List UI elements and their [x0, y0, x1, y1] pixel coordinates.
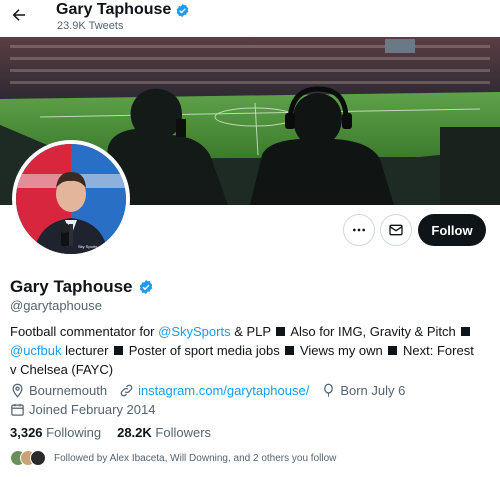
profile-joined: Joined February 2014	[10, 402, 167, 417]
black-square-emoji	[285, 346, 295, 355]
calendar-icon	[11, 403, 24, 416]
following-link[interactable]: 3,326 Following	[10, 425, 101, 440]
arrow-left-icon	[12, 9, 25, 21]
joined-text: Joined February 2014	[29, 402, 156, 417]
svg-text:Sky Sports: Sky Sports	[78, 244, 97, 249]
header-name: Gary Taphouse	[56, 1, 172, 18]
location: Bournemouth	[10, 383, 107, 398]
location-text: Bournemouth	[29, 383, 108, 398]
profile-name: Gary Taphouse	[10, 277, 154, 297]
location-pin-icon	[12, 383, 23, 398]
profile-header: Gary Taphouse 23.9K Tweets	[0, 0, 500, 37]
website: instagram.com/garytaphouse/	[119, 383, 309, 398]
black-square-emoji	[388, 346, 398, 355]
followed-by-text: Followed by Alex Ibaceta, Will Downing, …	[54, 452, 337, 464]
more-button[interactable]	[343, 214, 375, 246]
followers-count: 28.2K	[117, 425, 152, 440]
followed-by[interactable]: Followed by Alex Ibaceta, Will Downing, …	[10, 450, 336, 466]
mail-icon	[389, 224, 403, 236]
bio-text: & PLP	[230, 324, 275, 339]
tweet-count: 23.9K Tweets	[57, 20, 124, 32]
avatar[interactable]: Sky Sports	[12, 140, 130, 258]
balloon-icon	[324, 383, 334, 397]
birthday-text: Born July 6	[340, 383, 406, 398]
mention-skysports[interactable]: @SkySports	[158, 324, 230, 339]
verified-badge-icon[interactable]	[138, 279, 154, 295]
bio-text: Football commentator for	[10, 324, 159, 339]
followers-label: Followers	[155, 425, 212, 440]
black-square-emoji	[276, 327, 286, 336]
profile-meta: Bournemouth instagram.com/garytaphouse/ …	[10, 383, 417, 398]
link-icon	[120, 384, 133, 397]
bio-text: lecturer	[61, 343, 113, 358]
follow-stats: 3,326 Following 28.2K Followers	[10, 425, 211, 440]
following-count: 3,326	[10, 425, 43, 440]
follow-button[interactable]: Follow	[418, 214, 486, 246]
black-square-emoji	[114, 346, 124, 355]
profile-handle: @garytaphouse	[10, 298, 102, 313]
header-title: Gary Taphouse	[56, 1, 190, 19]
message-button[interactable]	[380, 214, 412, 246]
bio-text: Poster of sport media jobs	[125, 343, 284, 358]
following-label: Following	[46, 425, 102, 440]
website-link[interactable]: instagram.com/garytaphouse/	[138, 383, 309, 398]
profile-name-text: Gary Taphouse	[10, 277, 133, 296]
more-icon	[353, 228, 365, 232]
verified-badge-icon	[176, 3, 189, 17]
bio-text: Also for IMG, Gravity & Pitch	[287, 324, 460, 339]
followers-link[interactable]: 28.2K Followers	[117, 425, 211, 440]
bio-text: Views my own	[296, 343, 387, 358]
joined: Joined February 2014	[10, 402, 155, 417]
follower-avatar	[30, 450, 46, 466]
profile-bio: Football commentator for @SkySports & PL…	[10, 322, 480, 379]
back-button[interactable]	[8, 4, 30, 26]
mention-ucfbuk[interactable]: @ucfbuk	[10, 343, 62, 358]
black-square-emoji	[461, 327, 471, 336]
birthday: Born July 6	[321, 383, 405, 398]
